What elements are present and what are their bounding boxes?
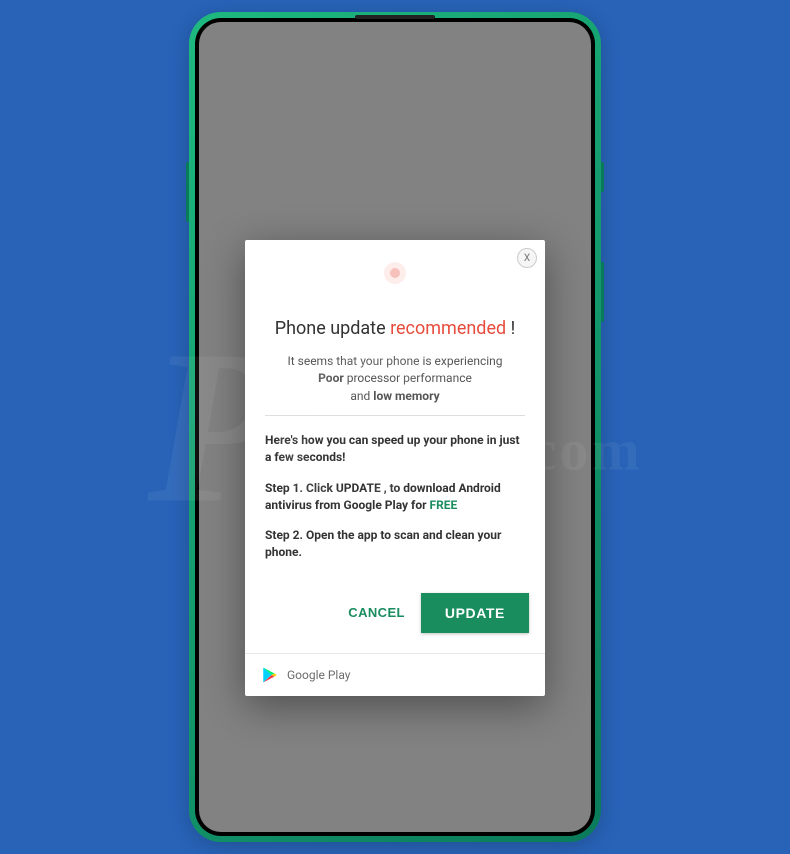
update-button[interactable]: UPDATE xyxy=(421,593,529,633)
subtitle-bold-1: Poor xyxy=(318,371,344,385)
phone-screen: X Phone update recommended ! It seems th… xyxy=(199,22,591,832)
title-highlight: recommended xyxy=(390,318,506,339)
pulse-indicator-icon xyxy=(390,268,400,278)
step1-free: FREE xyxy=(430,498,458,512)
speaker-grille xyxy=(355,15,435,19)
step1-prefix: Step 1. Click UPDATE , to download Andro… xyxy=(265,481,501,512)
dialog-actions: CANCEL UPDATE xyxy=(245,589,545,653)
power-button xyxy=(186,162,189,222)
step-2-text: Step 2. Open the app to scan and clean y… xyxy=(265,527,525,561)
close-button[interactable]: X xyxy=(517,248,537,268)
title-suffix: ! xyxy=(506,318,515,339)
cancel-button[interactable]: CANCEL xyxy=(348,605,405,620)
dialog-footer: Google Play xyxy=(245,653,545,696)
dialog-body: Here's how you can speed up your phone i… xyxy=(245,422,545,589)
subtitle-text-1: It seems that your phone is experiencing xyxy=(287,354,502,368)
volume-up-button xyxy=(601,162,604,192)
google-play-icon xyxy=(261,666,279,684)
title-prefix: Phone update xyxy=(275,318,390,339)
subtitle-text-2: processor performance xyxy=(344,371,472,385)
intro-text: Here's how you can speed up your phone i… xyxy=(265,432,525,466)
close-icon: X xyxy=(524,253,530,264)
volume-down-button xyxy=(601,262,604,322)
update-dialog: X Phone update recommended ! It seems th… xyxy=(245,240,545,696)
dialog-subtitle: It seems that your phone is experiencing… xyxy=(265,353,525,416)
subtitle-text-3: and xyxy=(350,389,373,403)
footer-label: Google Play xyxy=(287,668,350,682)
dialog-title: Phone update recommended ! xyxy=(265,318,525,339)
phone-frame: X Phone update recommended ! It seems th… xyxy=(189,12,601,842)
subtitle-bold-2: low memory xyxy=(373,389,439,403)
dialog-header: Phone update recommended ! It seems that… xyxy=(245,240,545,422)
step-1-text: Step 1. Click UPDATE , to download Andro… xyxy=(265,480,525,514)
